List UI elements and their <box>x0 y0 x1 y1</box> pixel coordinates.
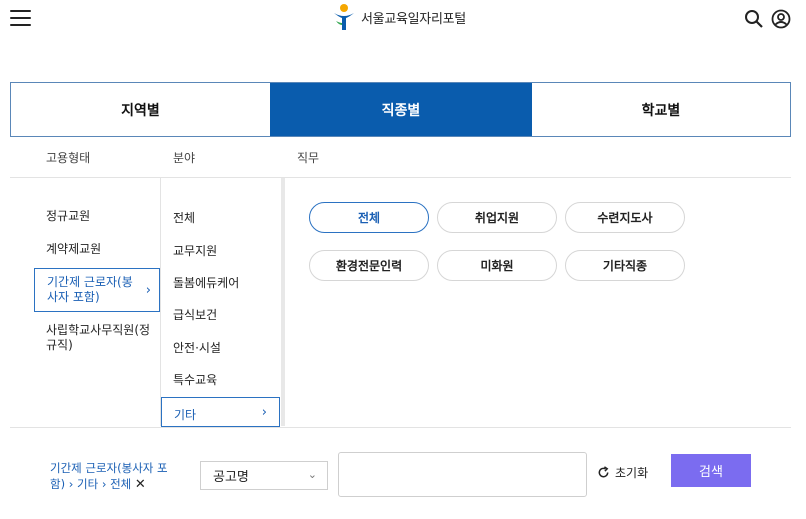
duty-chip[interactable]: 환경전문인력 <box>309 250 429 281</box>
hamburger-menu-icon[interactable] <box>10 10 31 26</box>
duty-chip-active[interactable]: 전체 <box>309 202 429 233</box>
field-item-active[interactable]: 기타 › <box>161 397 280 427</box>
seoul-logo-icon <box>334 4 354 30</box>
tab-region[interactable]: 지역별 <box>11 83 270 136</box>
tab-school[interactable]: 학교별 <box>532 83 790 136</box>
column-header-duty: 직무 <box>297 151 320 165</box>
selected-filter-breadcrumb: 기간제 근로자(봉사자 포함) › 기타 › 전체 ✕ <box>50 460 180 493</box>
duty-chip[interactable]: 취업지원 <box>437 202 557 233</box>
divider <box>10 177 791 178</box>
search-icon[interactable] <box>744 9 764 29</box>
duty-chip[interactable]: 기타직종 <box>565 250 685 281</box>
brand-logo[interactable]: 서울교육일자리포털 <box>331 2 466 32</box>
employment-type-item[interactable]: 사립학교사무직원(정규직) <box>46 323 156 353</box>
breadcrumb-duty: 전체 <box>110 477 132 491</box>
search-type-select[interactable]: 공고명 ⌄ <box>200 461 328 490</box>
duty-chip[interactable]: 수련지도사 <box>565 202 685 233</box>
field-item[interactable]: 안전·시설 <box>173 339 221 356</box>
close-icon[interactable]: ✕ <box>135 477 146 492</box>
refresh-icon <box>598 466 609 478</box>
employment-type-item-active[interactable]: 기간제 근로자(봉사자 포함) › <box>34 268 160 312</box>
tab-job-type[interactable]: 직종별 <box>270 83 532 136</box>
field-item[interactable]: 전체 <box>173 209 195 226</box>
breadcrumb-field: 기타 <box>77 477 99 491</box>
field-item[interactable]: 특수교육 <box>173 371 217 388</box>
field-item[interactable]: 교무지원 <box>173 242 217 259</box>
breadcrumb-separator: › <box>101 477 111 491</box>
category-tabs: 지역별 직종별 학교별 <box>10 82 791 137</box>
chevron-right-icon: › <box>261 405 267 420</box>
column-header-employment-type: 고용형태 <box>46 151 91 165</box>
field-item[interactable]: 돌봄에듀케어 <box>173 274 239 291</box>
divider <box>160 178 161 426</box>
search-input[interactable] <box>338 452 587 497</box>
breadcrumb-separator: › <box>68 477 77 491</box>
column-header-field: 분야 <box>173 151 196 165</box>
field-item[interactable]: 급식보건 <box>173 306 217 323</box>
reset-button[interactable]: 초기화 <box>597 464 648 481</box>
brand-title: 서울교육일자리포털 <box>361 11 466 27</box>
divider <box>281 178 285 426</box>
field-label: 기타 <box>174 408 197 422</box>
reset-label: 초기화 <box>615 466 649 480</box>
duty-chip[interactable]: 미화원 <box>437 250 557 281</box>
search-button[interactable]: 검색 <box>671 454 751 487</box>
chevron-down-icon: ⌄ <box>307 468 317 481</box>
search-type-value: 공고명 <box>213 470 249 485</box>
user-account-icon[interactable] <box>771 9 791 29</box>
employment-type-item[interactable]: 정규교원 <box>46 209 156 224</box>
chevron-right-icon: › <box>145 283 151 298</box>
employment-type-label: 기간제 근로자(봉사자 포함) <box>47 275 133 304</box>
employment-type-item[interactable]: 계약제교원 <box>46 242 156 257</box>
header: 서울교육일자리포털 <box>0 0 806 38</box>
